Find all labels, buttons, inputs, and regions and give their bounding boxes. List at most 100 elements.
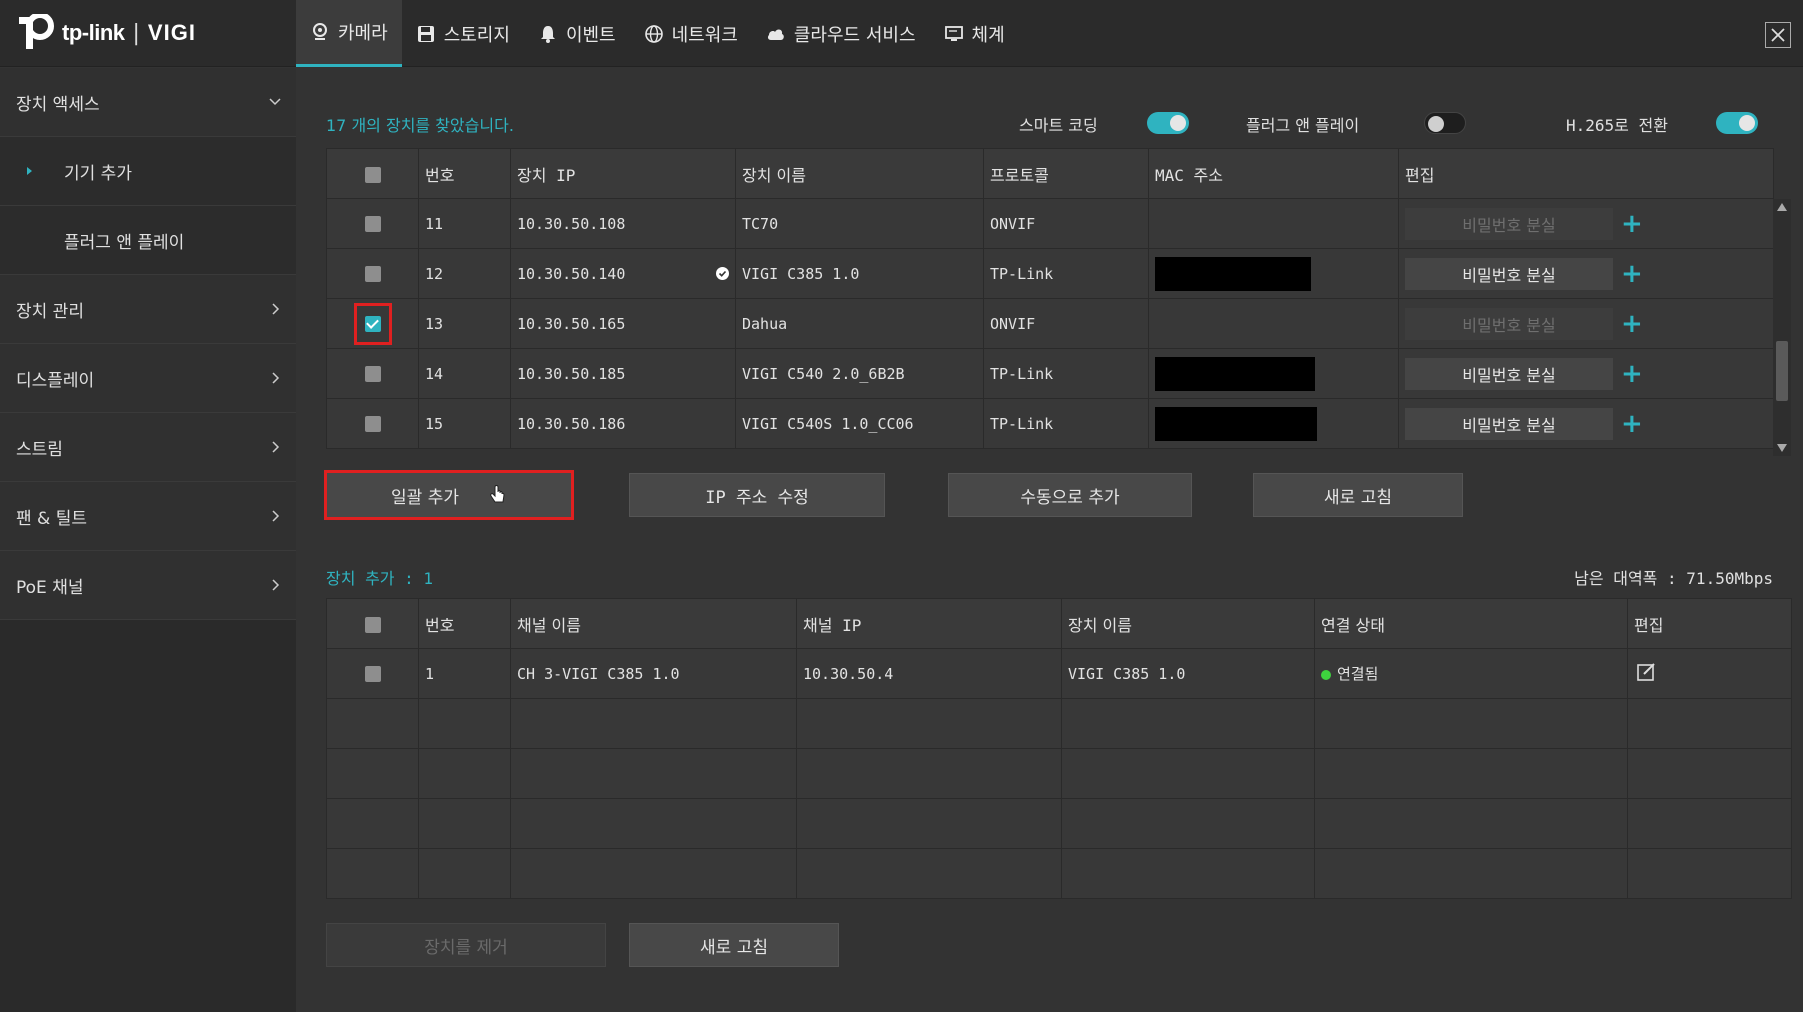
batch-add-button[interactable]: 일괄 추가: [324, 470, 574, 520]
scroll-down-icon[interactable]: [1777, 444, 1787, 452]
modify-ip-label: IP 주소 수정: [705, 487, 809, 508]
close-button[interactable]: [1765, 22, 1791, 48]
row-number: 11: [418, 198, 511, 249]
tab-cloud[interactable]: 클라우드 서비스: [752, 0, 930, 67]
tab-storage[interactable]: 스토리지: [402, 0, 524, 67]
add-plus-icon[interactable]: +: [1621, 411, 1643, 437]
column-header: 연결 상태: [1314, 598, 1628, 649]
remove-device-button[interactable]: 장치를 제거: [326, 923, 606, 967]
row-checkbox-cell: [326, 198, 419, 249]
redacted-mac-block: [1155, 406, 1317, 441]
sidebar-item-stream[interactable]: 스트림: [0, 413, 296, 482]
monitor-icon: [944, 25, 963, 41]
forgot-password-button[interactable]: 비밀번호 분실: [1405, 357, 1613, 390]
sidebar-item-add-device[interactable]: 기기 추가: [0, 137, 296, 206]
chevron-right-icon: [272, 579, 280, 591]
h265-toggle[interactable]: [1716, 112, 1758, 134]
sidebar-item-pan-tilt[interactable]: 팬 & 틸트: [0, 482, 296, 551]
add-plus-icon[interactable]: +: [1621, 261, 1643, 287]
add-plus-icon[interactable]: +: [1621, 361, 1643, 387]
forgot-password-button[interactable]: 비밀번호 분실: [1405, 257, 1613, 290]
table-row[interactable]: 14 10.30.50.185 VIGI C540 2.0_6B2B TP-Li…: [326, 348, 1774, 399]
add-plus-icon[interactable]: +: [1621, 211, 1643, 237]
manual-add-button[interactable]: 수동으로 추가: [948, 473, 1192, 517]
select-all-checkbox[interactable]: [364, 166, 381, 183]
sidebar-item-label: 장치 관리: [16, 301, 84, 322]
row-checkbox[interactable]: [364, 216, 381, 232]
modify-ip-button[interactable]: IP 주소 수정: [629, 473, 885, 517]
device-ip: 10.30.50.140: [517, 264, 626, 283]
tab-camera[interactable]: 카메라: [296, 0, 402, 67]
sidebar-item-device-management[interactable]: 장치 관리: [0, 275, 296, 344]
protocol: ONVIF: [983, 198, 1149, 249]
device-ip: 10.30.50.165: [510, 298, 736, 349]
header-checkbox-cell: [326, 598, 419, 649]
edit-icon[interactable]: [1636, 662, 1656, 682]
remove-device-label: 장치를 제거: [424, 937, 508, 958]
refresh-added-button[interactable]: 새로 고침: [629, 923, 839, 967]
column-header: 장치 이름: [735, 148, 984, 199]
sidebar-item-plug-and-play[interactable]: 플러그 앤 플레이: [0, 206, 296, 275]
sidebar-item-poe-channel[interactable]: PoE 채널: [0, 551, 296, 620]
select-all-checkbox[interactable]: [364, 616, 381, 633]
toggle-knob: [1739, 115, 1755, 131]
device-name: Dahua: [735, 298, 984, 349]
row-number: 14: [418, 348, 511, 399]
table-row[interactable]: 13 10.30.50.165 Dahua ONVIF 비밀번호 분실 +: [326, 298, 1774, 349]
connection-status-cell: 연결됨: [1314, 648, 1628, 699]
sidebar-item-label: 장치 액세스: [16, 94, 100, 115]
table-row[interactable]: 15 10.30.50.186 VIGI C540S 1.0_CC06 TP-L…: [326, 398, 1774, 449]
smart-coding-toggle[interactable]: [1147, 112, 1189, 134]
table-row: [326, 798, 1792, 849]
manual-add-label: 수동으로 추가: [1020, 487, 1120, 508]
row-checkbox-cell: [326, 348, 419, 399]
edit-cell: 비밀번호 분실 +: [1398, 248, 1774, 299]
row-number: 1: [418, 648, 511, 699]
scroll-thumb[interactable]: [1776, 341, 1788, 401]
mac-address: [1148, 398, 1399, 449]
column-header: 채널 IP: [796, 598, 1062, 649]
product-name: VIGI: [147, 20, 196, 45]
tab-system-label: 체계: [971, 24, 1005, 46]
table-scrollbar[interactable]: [1773, 199, 1791, 456]
device-name: VIGI C385 1.0: [1061, 648, 1315, 699]
tab-network[interactable]: 네트워크: [630, 0, 752, 67]
forgot-password-button[interactable]: 비밀번호 분실: [1405, 307, 1613, 340]
sidebar-item-device-access[interactable]: 장치 액세스: [0, 68, 296, 137]
forgot-password-button[interactable]: 비밀번호 분실: [1405, 407, 1613, 440]
scroll-up-icon[interactable]: [1777, 203, 1787, 211]
column-header: 편집: [1398, 148, 1774, 199]
add-plus-icon[interactable]: +: [1621, 311, 1643, 337]
forgot-password-button[interactable]: 비밀번호 분실: [1405, 207, 1613, 240]
close-icon: [1771, 28, 1785, 42]
redacted-mac-block: [1155, 356, 1315, 391]
column-header: 프로토콜: [983, 148, 1149, 199]
table-row[interactable]: 12 10.30.50.140 VIGI C385 1.0 TP-Link 비밀…: [326, 248, 1774, 299]
sidebar-item-label: 플러그 앤 플레이: [64, 232, 185, 253]
row-checkbox[interactable]: [364, 366, 381, 382]
protocol: TP-Link: [983, 248, 1149, 299]
edit-cell: 비밀번호 분실 +: [1398, 298, 1774, 349]
device-ip: 10.30.50.185: [510, 348, 736, 399]
sidebar-item-display[interactable]: 디스플레이: [0, 344, 296, 413]
camera-icon: [313, 23, 327, 40]
device-name: VIGI C540S 1.0_CC06: [735, 398, 984, 449]
tab-event-label: 이벤트: [565, 24, 616, 46]
row-checkbox[interactable]: [364, 666, 381, 682]
row-checkbox[interactable]: [364, 266, 381, 282]
plug-and-play-toggle[interactable]: [1424, 112, 1466, 134]
table-row[interactable]: 1 CH 3-VIGI C385 1.0 10.30.50.4 VIGI C38…: [326, 648, 1792, 699]
main-panel: 17 개의 장치를 찾았습니다. 스마트 코딩 플러그 앤 플레이 H.265로…: [296, 68, 1803, 1012]
row-checkbox[interactable]: [364, 416, 381, 432]
refresh-button[interactable]: 새로 고침: [1253, 473, 1463, 517]
tab-event[interactable]: 이벤트: [524, 0, 630, 67]
row-checkbox[interactable]: [364, 315, 381, 332]
globe-icon: [644, 24, 663, 43]
protocol: TP-Link: [983, 398, 1149, 449]
logo: tp-link | VIGI: [16, 12, 196, 54]
table-row[interactable]: 11 10.30.50.108 TC70 ONVIF 비밀번호 분실 +: [326, 198, 1774, 249]
row-checkbox-cell: [326, 648, 419, 699]
tab-system[interactable]: 체계: [930, 0, 1019, 67]
devices-found-text: 17 개의 장치를 찾았습니다.: [326, 116, 514, 135]
sidebar-item-label: 스트림: [16, 439, 63, 460]
